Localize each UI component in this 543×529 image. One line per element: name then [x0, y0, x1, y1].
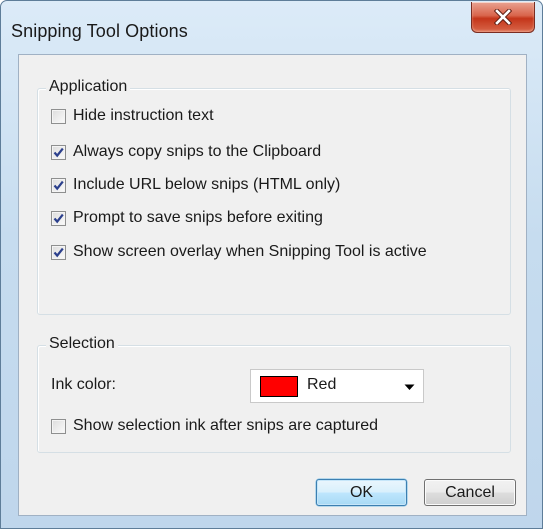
show-selection-ink-checkbox[interactable] — [51, 418, 66, 434]
ink-color-dropdown[interactable]: Red — [250, 369, 424, 403]
include-url-checkbox[interactable] — [51, 177, 66, 193]
include-url-option[interactable]: Include URL below snips (HTML only) — [51, 175, 340, 195]
hide-instruction-text-checkbox[interactable] — [51, 108, 66, 124]
show-selection-ink-option[interactable]: Show selection ink after snips are captu… — [51, 416, 378, 436]
show-selection-ink-label: Show selection ink after snips are captu… — [73, 417, 379, 434]
prompt-to-save-checkbox[interactable] — [51, 210, 66, 226]
checkmark-icon — [53, 213, 64, 223]
prompt-to-save-option[interactable]: Prompt to save snips before exiting — [51, 208, 323, 228]
ok-button[interactable]: OK — [316, 479, 407, 506]
selection-group-legend: Selection — [46, 335, 118, 353]
title-bar[interactable]: Snipping Tool Options — [1, 1, 542, 53]
dialog-client-area: Application Hide instruction text Always… — [18, 54, 527, 516]
dropdown-arrow-icon — [404, 384, 415, 390]
show-screen-overlay-label: Show screen overlay when Snipping Tool i… — [73, 243, 427, 260]
window-title: Snipping Tool Options — [11, 21, 188, 41]
close-button[interactable] — [471, 2, 535, 33]
checkmark-icon — [53, 180, 64, 190]
close-x-icon — [494, 9, 512, 25]
ink-color-value: Red — [307, 376, 337, 393]
application-group-legend: Application — [46, 78, 131, 96]
always-copy-checkbox[interactable] — [51, 144, 66, 160]
prompt-to-save-label: Prompt to save snips before exiting — [73, 209, 323, 226]
options-dialog: Snipping Tool Options Application Hide i… — [0, 0, 543, 529]
ink-color-label: Ink color: — [51, 376, 116, 393]
hide-instruction-text-label: Hide instruction text — [73, 107, 214, 124]
hide-instruction-text-option[interactable]: Hide instruction text — [51, 106, 214, 126]
cancel-button[interactable]: Cancel — [424, 479, 516, 506]
show-screen-overlay-option[interactable]: Show screen overlay when Snipping Tool i… — [51, 242, 427, 262]
show-screen-overlay-checkbox[interactable] — [51, 244, 66, 260]
always-copy-option[interactable]: Always copy snips to the Clipboard — [51, 142, 321, 162]
ink-color-swatch — [260, 376, 298, 397]
checkmark-icon — [53, 247, 64, 257]
checkmark-icon — [53, 147, 64, 157]
include-url-label: Include URL below snips (HTML only) — [73, 176, 341, 193]
always-copy-label: Always copy snips to the Clipboard — [73, 143, 322, 160]
